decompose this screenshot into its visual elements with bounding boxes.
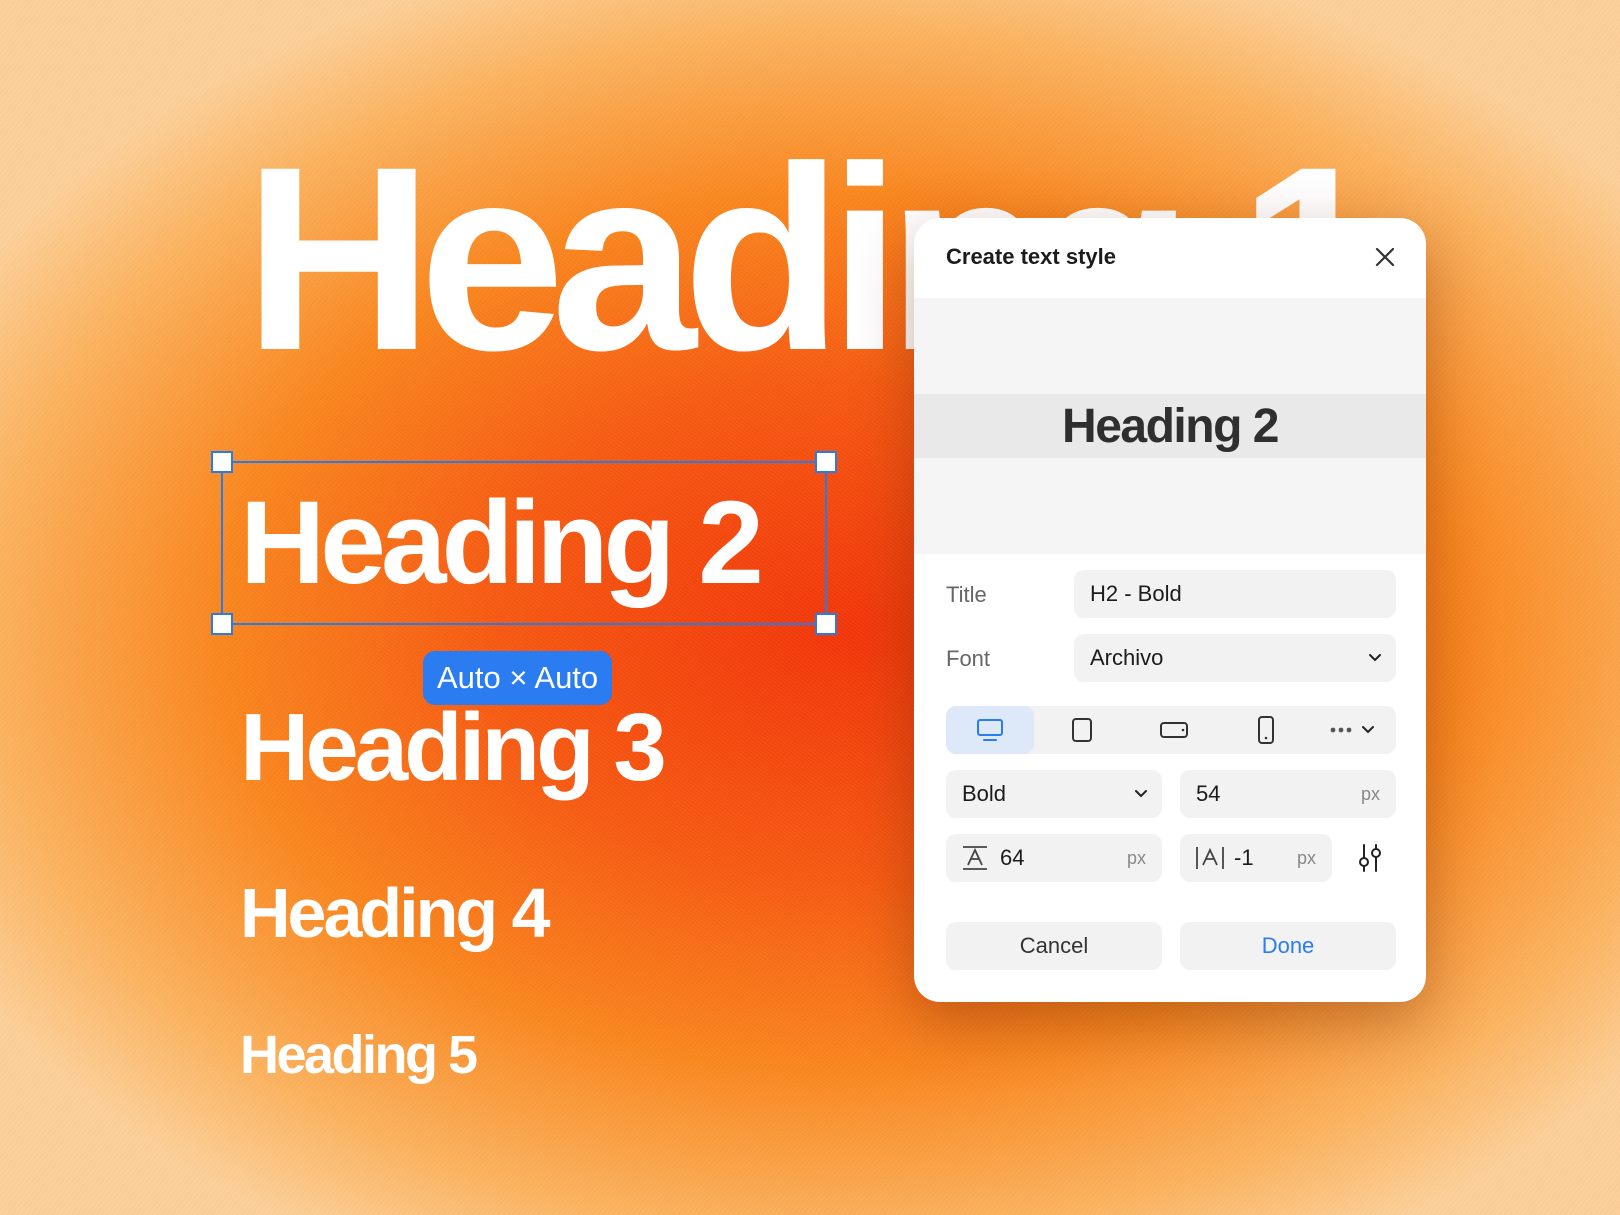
canvas-heading-4[interactable]: Heading 4	[240, 878, 551, 948]
font-size-input[interactable]	[1196, 781, 1316, 807]
create-text-style-dialog: Create text style Heading 2 Title Font A…	[914, 218, 1426, 1002]
font-weight-value: Bold	[962, 781, 1007, 806]
title-label: Title	[946, 582, 987, 607]
sliders-icon	[1359, 844, 1381, 872]
line-height-icon	[963, 846, 987, 870]
font-select[interactable]: Archivo	[1074, 634, 1396, 682]
letter-spacing-icon	[1196, 847, 1224, 869]
letter-spacing-field[interactable]: px	[1180, 834, 1332, 882]
font-size-field[interactable]: px	[1180, 770, 1396, 818]
resize-handle-top-left[interactable]	[211, 451, 233, 473]
more-icon	[1330, 726, 1374, 734]
desktop-icon	[977, 719, 1003, 741]
preview-band: Heading 2	[914, 394, 1426, 458]
close-icon	[1375, 247, 1395, 267]
letter-spacing-input[interactable]	[1234, 845, 1284, 871]
breakpoint-tablet[interactable]	[1038, 706, 1126, 754]
resize-handle-top-right[interactable]	[815, 451, 837, 473]
breakpoint-desktop[interactable]	[946, 706, 1034, 754]
letter-spacing-unit: px	[1296, 847, 1316, 868]
font-select-value: Archivo	[1090, 645, 1164, 670]
close-button[interactable]	[1370, 242, 1400, 272]
title-field[interactable]	[1074, 570, 1396, 618]
canvas-heading-5[interactable]: Heading 5	[240, 1028, 478, 1082]
chevron-down-icon	[1369, 654, 1381, 662]
breakpoint-more[interactable]	[1308, 706, 1396, 754]
breakpoint-phone[interactable]	[1222, 706, 1310, 754]
resize-handle-bottom-right[interactable]	[815, 613, 837, 635]
canvas-heading-3[interactable]: Heading 3	[240, 700, 667, 796]
preview-text: Heading 2	[1062, 399, 1279, 453]
font-size-unit: px	[1360, 783, 1380, 804]
selection-box[interactable]	[211, 451, 837, 635]
line-height-input[interactable]	[1000, 845, 1090, 871]
font-weight-select[interactable]: Bold	[946, 770, 1162, 818]
line-height-unit: px	[1126, 847, 1146, 868]
size-badge: Auto × Auto	[423, 651, 613, 705]
phone-icon	[1258, 716, 1274, 744]
title-input[interactable]	[1090, 581, 1396, 607]
tablet-icon	[1072, 718, 1092, 742]
dialog-title: Create text style	[946, 244, 1116, 269]
done-button[interactable]: Done	[1180, 922, 1396, 970]
font-label: Font	[946, 646, 991, 671]
style-preview: Heading 2	[914, 298, 1426, 554]
breakpoint-selector	[946, 706, 1396, 754]
chevron-down-icon	[1135, 790, 1147, 798]
resize-handle-bottom-left[interactable]	[211, 613, 233, 635]
line-height-field[interactable]: px	[946, 834, 1162, 882]
advanced-settings-button[interactable]	[1352, 840, 1388, 876]
cancel-button[interactable]: Cancel	[946, 922, 1162, 970]
breakpoint-tablet-landscape[interactable]	[1130, 706, 1218, 754]
tablet-landscape-icon	[1160, 722, 1188, 738]
